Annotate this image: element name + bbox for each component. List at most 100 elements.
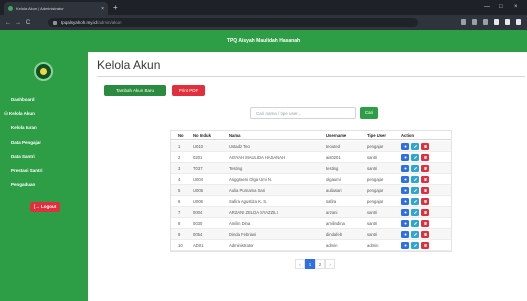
delete-button[interactable] xyxy=(421,143,429,150)
edit-button[interactable] xyxy=(411,176,419,183)
sidebar-item-label: Pengaduan xyxy=(11,182,36,187)
edit-button[interactable] xyxy=(411,242,419,249)
view-button[interactable] xyxy=(401,154,409,161)
url-path: /admin/akun xyxy=(96,20,122,25)
close-window-button[interactable]: × xyxy=(514,2,518,13)
view-button[interactable] xyxy=(401,242,409,249)
table-row: 7 0004 ARZANI ZELDA SYAZZILI arzani santri xyxy=(171,207,451,218)
table-header: No No Induk Nama Username Tipe User Acti… xyxy=(171,131,451,140)
delete-button[interactable] xyxy=(421,198,429,205)
view-button[interactable] xyxy=(401,198,409,205)
delete-button[interactable] xyxy=(421,242,429,249)
extension-icon[interactable] xyxy=(494,19,499,25)
maximize-button[interactable]: □ xyxy=(499,2,503,13)
cell-tipe-user: santri xyxy=(367,166,378,171)
page-title: Kelola Akun xyxy=(97,58,161,72)
cell-tipe-user: pengajar xyxy=(367,177,384,182)
page-next-button[interactable]: › xyxy=(325,259,335,269)
cell-username: admin xyxy=(326,243,338,248)
user-icon: ⚇ xyxy=(4,111,9,116)
table-row: 2 0201 AISYAH MAULIDA HASANAH ais0201 santri xyxy=(171,152,451,163)
view-button[interactable] xyxy=(401,209,409,216)
edit-button[interactable] xyxy=(411,209,419,216)
sidebar-item-data-santri[interactable]: Data Santri xyxy=(11,154,35,159)
delete-button[interactable] xyxy=(421,176,429,183)
cell-no-induk: 0054 xyxy=(193,232,203,237)
sidebar-item-label: Prestasi Santri xyxy=(11,168,43,173)
view-button[interactable] xyxy=(401,165,409,172)
browser-tab[interactable]: Kelola Akun | Administrator × xyxy=(4,2,108,15)
sidebar-item-kelola-akun[interactable]: ⚇Kelola Akun xyxy=(4,111,35,117)
cell-no-induk: 0030 xyxy=(193,221,203,226)
page-prev-button[interactable]: ‹ xyxy=(295,259,305,269)
cell-no-induk: 0201 xyxy=(193,155,203,160)
minimize-button[interactable]: — xyxy=(484,2,490,13)
page-button[interactable]: 1 xyxy=(305,259,315,269)
cell-username: dindafeb xyxy=(326,232,343,237)
cell-tipe-user: pengajar xyxy=(367,144,384,149)
view-button[interactable] xyxy=(401,231,409,238)
view-button[interactable] xyxy=(401,187,409,194)
extension-icon[interactable] xyxy=(461,19,466,25)
cell-no-induk: 0004 xyxy=(193,210,203,215)
favicon-icon xyxy=(8,6,13,11)
page-button[interactable]: 2 xyxy=(315,259,325,269)
add-account-button[interactable]: Tambah Akun Baru xyxy=(104,85,166,96)
extension-icon[interactable] xyxy=(472,19,477,25)
table-row: 8 0030 Amilin Dina amilindina santri xyxy=(171,218,451,229)
edit-button[interactable] xyxy=(411,165,419,172)
sidebar-item-prestasi-santri[interactable]: Prestasi Santri xyxy=(11,168,43,173)
extension-icon[interactable] xyxy=(483,19,488,25)
divider xyxy=(97,76,525,77)
edit-button[interactable] xyxy=(411,220,419,227)
new-tab-button[interactable]: + xyxy=(113,2,118,13)
reload-icon[interactable]: C xyxy=(23,20,33,26)
cell-no: 7 xyxy=(178,210,181,215)
edit-button[interactable] xyxy=(411,198,419,205)
back-icon[interactable]: ← xyxy=(3,20,13,26)
edit-button[interactable] xyxy=(411,231,419,238)
cell-no-induk: U010 xyxy=(193,144,204,149)
delete-button[interactable] xyxy=(421,220,429,227)
delete-button[interactable] xyxy=(421,209,429,216)
cell-no: 6 xyxy=(178,199,181,204)
sidebar-item-label: Data Santri xyxy=(11,154,35,159)
delete-button[interactable] xyxy=(421,165,429,172)
print-pdf-button[interactable]: Print PDF xyxy=(172,85,205,96)
header-no-induk: No Induk xyxy=(193,133,211,138)
delete-button[interactable] xyxy=(421,187,429,194)
header-action: Action xyxy=(401,133,415,138)
edit-button[interactable] xyxy=(411,187,419,194)
view-button[interactable] xyxy=(401,220,409,227)
sidebar-item-dashboard[interactable]: Dashboard xyxy=(11,97,35,102)
extension-icon[interactable] xyxy=(505,19,510,25)
cell-tipe-user: pengajar xyxy=(367,188,384,193)
cell-nama: AISYAH MAULIDA HASANAH xyxy=(229,155,286,160)
cell-tipe-user: admin xyxy=(367,243,379,248)
table-row: 6 U006 Safira Agustiza K. S. safira pengajar xyxy=(171,196,451,207)
view-button[interactable] xyxy=(401,176,409,183)
forward-icon[interactable]: → xyxy=(13,20,23,26)
site-info-icon[interactable] xyxy=(53,20,57,25)
view-button[interactable] xyxy=(401,143,409,150)
cell-no: 8 xyxy=(178,221,181,226)
delete-button[interactable] xyxy=(421,154,429,161)
edit-button[interactable] xyxy=(411,143,419,150)
tab-close-icon[interactable]: × xyxy=(101,6,104,12)
search-button[interactable]: Cari xyxy=(360,107,378,119)
address-bar[interactable]: tpqalsyahoh.my.id /admin/akun xyxy=(48,18,418,27)
logout-button[interactable]: [→ Logout xyxy=(30,202,60,212)
sidebar-item-kelola-iuran[interactable]: Kelola Iuran xyxy=(11,125,37,130)
cell-tipe-user: santri xyxy=(367,221,378,226)
delete-button[interactable] xyxy=(421,231,429,238)
sidebar-item-data-pengajar[interactable]: Data Pengajar xyxy=(11,140,41,145)
edit-button[interactable] xyxy=(411,154,419,161)
table-row: 5 U005 Aulia Purnama Sari auliasari pengajar xyxy=(171,185,451,196)
header-tipe-user: Tipe User xyxy=(367,133,387,138)
screen: Kelola Akun | Administrator × + — □ × ← … xyxy=(0,0,527,301)
search-input[interactable] xyxy=(250,107,356,119)
menu-icon[interactable] xyxy=(516,19,521,25)
table-row: 10 AD01 Administrator admin admin xyxy=(171,240,451,251)
sidebar-item-pengaduan[interactable]: Pengaduan xyxy=(11,182,35,187)
cell-nama: Aulia Purnama Sari xyxy=(229,188,266,193)
